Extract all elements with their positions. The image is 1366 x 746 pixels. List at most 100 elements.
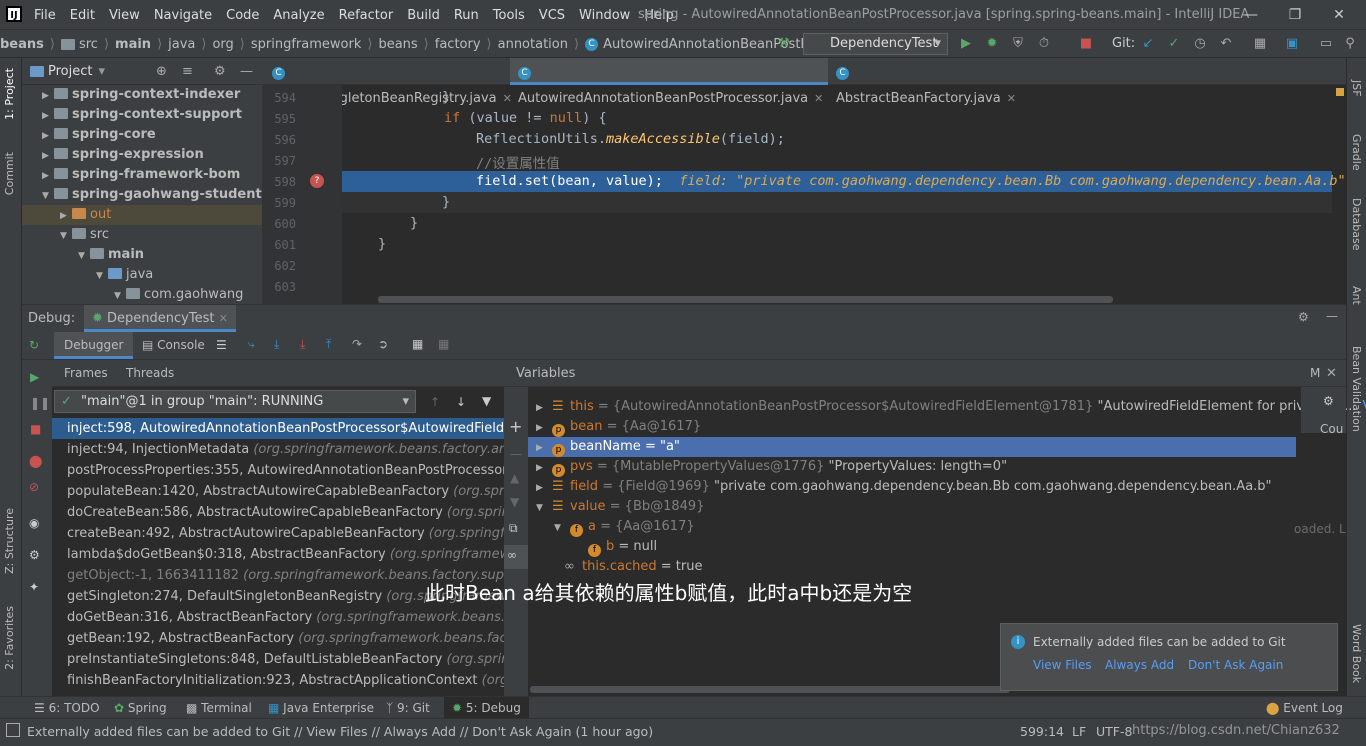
arrow-up-icon[interactable]: ↑ [430, 395, 440, 409]
hide-icon[interactable]: — [1326, 309, 1338, 323]
pin-icon[interactable]: ✦ [29, 580, 39, 594]
breadcrumb-item[interactable]: main [115, 37, 151, 52]
stack-frame[interactable]: doCreateBean:586, AbstractAutowireCapabl… [67, 502, 557, 523]
dont-ask-again-link[interactable]: Don't Ask Again [1188, 658, 1283, 672]
stack-frame[interactable]: postProcessProperties:355, AutowiredAnno… [67, 460, 549, 481]
event-log[interactable]: ⬤ Event Log [1266, 697, 1343, 719]
layout-icon[interactable] [6, 723, 20, 737]
variable-row[interactable]: ▶ p pvs = {MutablePropertyValues@1776} "Pr… [536, 457, 1007, 477]
gear-icon[interactable]: ⚙ [1323, 394, 1334, 408]
rerun-icon[interactable]: ↻ [29, 338, 39, 352]
variable-row[interactable]: ▶ ☰ this = {AutowiredAnnotationBeanPostPro… [536, 397, 1366, 417]
project-structure-icon[interactable]: ▦ [1252, 36, 1268, 52]
run-icon[interactable]: ▶ [958, 36, 974, 52]
menu-view[interactable]: View [109, 8, 140, 23]
tool-favorites[interactable]: 2: Favorites [3, 606, 16, 670]
tab-threads[interactable]: Threads [126, 366, 174, 380]
variable-row[interactable]: ▶ ☰ field = {Field@1969} "private com.gaoh… [536, 477, 1272, 497]
status-message[interactable]: Externally added files can be added to G… [27, 724, 653, 739]
warning-marker[interactable] [1336, 88, 1344, 96]
stack-frame[interactable]: doGetBean:316, AbstractBeanFactory (org.… [67, 607, 561, 628]
stack-frame[interactable]: populateBean:1420, AbstractAutowireCapab… [67, 481, 555, 502]
filter-icon[interactable]: ▼ [482, 394, 491, 408]
stack-frame[interactable]: inject:94, InjectionMetadata (org.spring… [67, 439, 553, 460]
git-history-icon[interactable]: ◷ [1192, 36, 1208, 52]
tree-item[interactable]: ▶ out [22, 205, 262, 225]
gear-icon[interactable]: ⚙ [29, 548, 40, 562]
tool-commit[interactable]: Commit [3, 152, 16, 195]
stop-icon[interactable]: ■ [1078, 36, 1094, 52]
view-breakpoints-icon[interactable]: ⬤ [29, 454, 42, 468]
mute-breakpoints-icon[interactable]: ⊘ [29, 480, 39, 494]
tree-item[interactable]: ▶ spring-core [42, 125, 156, 145]
run-config-select[interactable]: DependencyTest ▾ [803, 33, 948, 55]
tree-item[interactable]: ▶ spring-framework-bom [42, 165, 240, 185]
tab-frames[interactable]: Frames [64, 366, 108, 380]
add-watch-icon[interactable]: + [509, 417, 522, 436]
gear-icon[interactable]: ⚙ [214, 64, 226, 79]
variable-row[interactable]: fb = null [572, 537, 657, 557]
step-over-icon[interactable]: ⤷ [248, 337, 255, 352]
trace-icon[interactable]: ▦ [438, 337, 449, 351]
evaluate-icon[interactable]: ▦ [412, 337, 423, 351]
close-icon[interactable]: ✕ [1328, 4, 1350, 26]
variable-row[interactable]: ∞ this.cached = true [548, 557, 702, 577]
gear-icon[interactable]: ⚙ [1298, 310, 1309, 324]
drop-frame-icon[interactable]: ↷ [352, 337, 362, 351]
remove-watch-icon[interactable]: — [510, 447, 522, 461]
tool-terminal[interactable]: ▩ Terminal [186, 697, 252, 719]
step-out-icon[interactable]: ⤒ [326, 337, 331, 352]
menu-file[interactable]: File [34, 8, 56, 23]
tree-item[interactable]: ▼ spring-gaohwang-student [42, 185, 262, 205]
menu-code[interactable]: Code [226, 8, 259, 23]
breakpoint-icon[interactable]: ? [310, 174, 324, 188]
breadcrumb-item[interactable]: beans [378, 37, 417, 52]
menu-analyze[interactable]: Analyze [273, 8, 324, 23]
debug-session-tab[interactable]: ✹ DependencyTest ✕ [84, 305, 236, 332]
stack-frame[interactable]: lambda$doGetBean$0:318, AbstractBeanFact… [67, 544, 559, 565]
search-icon[interactable]: ⚲ [1342, 36, 1358, 52]
show-watches-icon[interactable]: ∞ [507, 548, 517, 562]
restore-icon[interactable]: ❐ [1284, 4, 1306, 26]
view-files-link[interactable]: View Files [1033, 658, 1092, 672]
resume-icon[interactable]: ▶ [30, 370, 39, 384]
always-add-link[interactable]: Always Add [1105, 658, 1174, 672]
horizontal-scrollbar[interactable] [530, 686, 1010, 693]
breadcrumb-item[interactable]: beans [0, 37, 44, 52]
menu-run[interactable]: Run [454, 8, 479, 23]
breadcrumb-item[interactable]: factory [435, 37, 481, 52]
tool-spring[interactable]: ✿ Spring [114, 697, 167, 719]
tool-java-enterprise[interactable]: ▦ Java Enterprise [268, 697, 374, 719]
menu-edit[interactable]: Edit [70, 8, 95, 23]
close-icon[interactable]: ✕ [1326, 360, 1337, 387]
tab-autowired[interactable]: CAutowiredAnnotationBeanPostProcessor.ja… [510, 58, 828, 106]
move-up-icon[interactable]: ▲ [510, 471, 519, 485]
debug-icon[interactable]: ✹ [984, 36, 1000, 52]
stack-frame[interactable]: createBean:492, AbstractAutowireCapableB… [67, 523, 557, 544]
thread-select[interactable]: ✓ "main"@1 in group "main": RUNNING ▾ [54, 390, 416, 413]
step-into-icon[interactable]: ⤓ [274, 337, 279, 352]
tool-todo[interactable]: ☰ 6: TODO [34, 697, 100, 719]
tree-item[interactable]: ▶ spring-context-indexer [42, 85, 240, 105]
layout-icon[interactable]: ▭ [1318, 36, 1334, 52]
variable-row[interactable]: ▼ f a = {Aa@1617} [554, 517, 695, 537]
tool-jsf[interactable]: JSF [1350, 80, 1363, 97]
tab-abstract-bean-factory[interactable]: CAbstractBeanFactory.java ✕ [828, 58, 1024, 106]
tool-database[interactable]: Database [1350, 198, 1363, 251]
tool-ant[interactable]: Ant [1350, 286, 1363, 305]
git-update-icon[interactable]: ↙ [1140, 36, 1156, 52]
breadcrumb-item[interactable]: java [168, 37, 195, 52]
menu-tools[interactable]: Tools [493, 8, 525, 23]
stack-frame[interactable]: inject:598, AutowiredAnnotationBeanPostP… [52, 418, 558, 439]
tool-structure[interactable]: Z: Structure [3, 508, 16, 574]
stack-frame[interactable]: finishBeanFactoryInitialization:923, Abs… [67, 670, 563, 691]
camera-icon[interactable]: ◉ [29, 516, 39, 530]
tree-item[interactable]: ▼ com.gaohwang [114, 285, 243, 305]
tree-item[interactable]: ▼ main [78, 245, 144, 265]
stack-frame[interactable]: preInstantiateSingletons:848, DefaultLis… [67, 649, 567, 670]
tab-default-singleton[interactable]: CDefaultSingletonBeanRegistry.java ✕ [264, 58, 512, 106]
menu-navigate[interactable]: Navigate [154, 8, 212, 23]
variable-row[interactable]: ▶ p bean = {Aa@1617} [536, 417, 701, 437]
menu-icon[interactable]: ☰ [216, 338, 227, 352]
tool-word-book[interactable]: Word Book [1350, 624, 1363, 683]
